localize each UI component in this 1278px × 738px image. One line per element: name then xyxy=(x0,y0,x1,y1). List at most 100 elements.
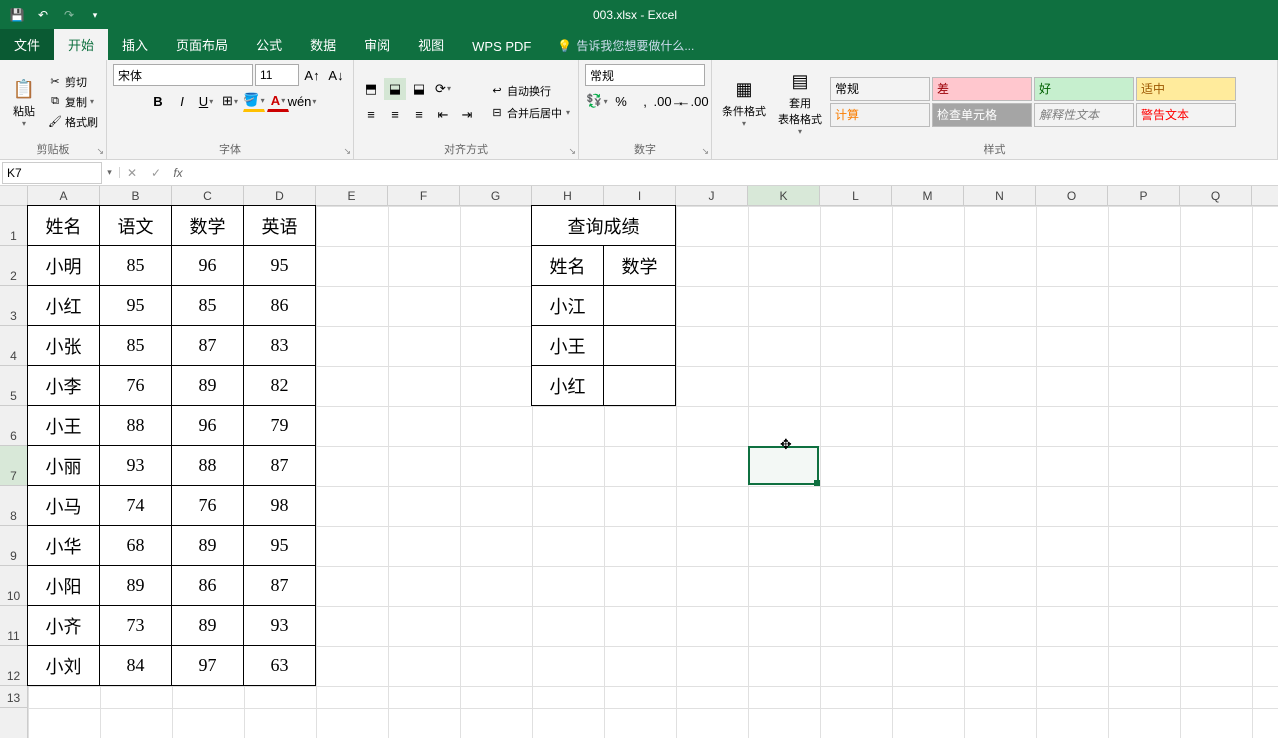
cell[interactable]: 小刘 xyxy=(27,645,100,686)
decrease-indent-icon[interactable]: ⇤ xyxy=(432,104,454,126)
cell[interactable]: 68 xyxy=(99,525,172,566)
col-header-C[interactable]: C xyxy=(172,186,244,205)
increase-indent-icon[interactable]: ⇥ xyxy=(456,104,478,126)
cell[interactable]: 小江 xyxy=(531,285,604,326)
cell[interactable]: 小红 xyxy=(27,285,100,326)
cell[interactable]: 英语 xyxy=(243,205,316,246)
cell[interactable]: 87 xyxy=(171,325,244,366)
cell[interactable]: 85 xyxy=(99,245,172,286)
percent-icon[interactable]: % xyxy=(610,90,632,112)
row-header-7[interactable]: 7 xyxy=(0,446,27,486)
decrease-decimal-icon[interactable]: ←.00 xyxy=(682,90,704,112)
align-dialog-icon[interactable]: ↘ xyxy=(568,146,576,157)
name-box[interactable] xyxy=(2,162,102,184)
format-painter-button[interactable]: 🖌格式刷 xyxy=(46,113,100,131)
cell[interactable]: 79 xyxy=(243,405,316,446)
font-size-select[interactable] xyxy=(255,64,299,86)
row-header-10[interactable]: 10 xyxy=(0,566,27,606)
decrease-font-icon[interactable]: A↓ xyxy=(325,64,347,86)
cell[interactable]: 小丽 xyxy=(27,445,100,486)
cell[interactable]: 73 xyxy=(99,605,172,646)
style-warn[interactable]: 警告文本 xyxy=(1136,103,1236,127)
cell[interactable]: 95 xyxy=(99,285,172,326)
font-name-select[interactable] xyxy=(113,64,253,86)
tab-view[interactable]: 视图 xyxy=(404,29,458,60)
border-icon[interactable]: ⊞ xyxy=(219,90,241,112)
cell[interactable]: 数学 xyxy=(603,245,676,286)
style-calc[interactable]: 计算 xyxy=(830,103,930,127)
cell[interactable]: 89 xyxy=(171,605,244,646)
cell[interactable]: 小张 xyxy=(27,325,100,366)
col-header-A[interactable]: A xyxy=(28,186,100,205)
cell[interactable]: 63 xyxy=(243,645,316,686)
col-header-F[interactable]: F xyxy=(388,186,460,205)
col-header-B[interactable]: B xyxy=(100,186,172,205)
cell[interactable]: 98 xyxy=(243,485,316,526)
tab-review[interactable]: 审阅 xyxy=(350,29,404,60)
cell[interactable]: 语文 xyxy=(99,205,172,246)
align-bottom-icon[interactable]: ⬓ xyxy=(408,78,430,100)
row-header-1[interactable]: 1 xyxy=(0,206,27,246)
tab-formula[interactable]: 公式 xyxy=(242,29,296,60)
cell[interactable]: 86 xyxy=(171,565,244,606)
format-as-table-button[interactable]: ▤ 套用 表格格式▾ xyxy=(774,65,826,138)
row-header-5[interactable]: 5 xyxy=(0,366,27,406)
align-center-icon[interactable]: ≡ xyxy=(384,104,406,126)
cell[interactable]: 数学 xyxy=(171,205,244,246)
bold-icon[interactable]: B xyxy=(147,90,169,112)
style-bad[interactable]: 差 xyxy=(932,77,1032,101)
cell[interactable]: 88 xyxy=(99,405,172,446)
undo-icon[interactable]: ↶ xyxy=(34,6,52,24)
cell[interactable]: 76 xyxy=(99,365,172,406)
cell[interactable] xyxy=(603,325,676,366)
col-header-Q[interactable]: Q xyxy=(1180,186,1252,205)
number-format-select[interactable] xyxy=(585,64,705,86)
col-header-N[interactable]: N xyxy=(964,186,1036,205)
cell[interactable]: 姓名 xyxy=(531,245,604,286)
cell[interactable]: 小红 xyxy=(531,365,604,406)
cell[interactable]: 95 xyxy=(243,245,316,286)
cell[interactable]: 83 xyxy=(243,325,316,366)
merge-button[interactable]: ⊟合并后居中 xyxy=(488,104,572,122)
cell[interactable]: 小明 xyxy=(27,245,100,286)
font-color-icon[interactable]: A xyxy=(267,90,289,112)
tab-data[interactable]: 数据 xyxy=(296,29,350,60)
tab-insert[interactable]: 插入 xyxy=(108,29,162,60)
col-header-G[interactable]: G xyxy=(460,186,532,205)
style-check[interactable]: 检查单元格 xyxy=(932,103,1032,127)
cell[interactable]: 85 xyxy=(99,325,172,366)
row-header-9[interactable]: 9 xyxy=(0,526,27,566)
tab-file[interactable]: 文件 xyxy=(0,29,54,60)
font-dialog-icon[interactable]: ↘ xyxy=(343,146,351,157)
cell[interactable]: 76 xyxy=(171,485,244,526)
row-header-8[interactable]: 8 xyxy=(0,486,27,526)
formula-input[interactable] xyxy=(188,162,1278,184)
cell[interactable]: 小齐 xyxy=(27,605,100,646)
style-neutral[interactable]: 适中 xyxy=(1136,77,1236,101)
clipboard-dialog-icon[interactable]: ↘ xyxy=(96,146,104,157)
col-header-O[interactable]: O xyxy=(1036,186,1108,205)
spreadsheet-grid[interactable]: ABCDEFGHIJKLMNOPQ 12345678910111213 姓名语文… xyxy=(0,186,1278,738)
col-header-K[interactable]: K xyxy=(748,186,820,205)
qat-customize-icon[interactable]: ▾ xyxy=(86,6,104,24)
style-normal[interactable]: 常规 xyxy=(830,77,930,101)
cell[interactable]: 84 xyxy=(99,645,172,686)
cell[interactable]: 95 xyxy=(243,525,316,566)
col-header-D[interactable]: D xyxy=(244,186,316,205)
copy-button[interactable]: ⧉复制▾ xyxy=(46,93,100,111)
style-good[interactable]: 好 xyxy=(1034,77,1134,101)
align-left-icon[interactable]: ≡ xyxy=(360,104,382,126)
cell[interactable]: 89 xyxy=(171,525,244,566)
tab-wps[interactable]: WPS PDF xyxy=(458,33,545,60)
align-top-icon[interactable]: ⬒ xyxy=(360,78,382,100)
cells-area[interactable]: 姓名语文数学英语小明859695小红958586小张858783小李768982… xyxy=(28,206,1278,738)
paste-button[interactable]: 📋 粘贴 ▾ xyxy=(6,73,42,130)
currency-icon[interactable]: 💱 xyxy=(586,90,608,112)
align-right-icon[interactable]: ≡ xyxy=(408,104,430,126)
row-header-12[interactable]: 12 xyxy=(0,646,27,686)
cell[interactable]: 85 xyxy=(171,285,244,326)
cell[interactable]: 93 xyxy=(99,445,172,486)
style-explain[interactable]: 解释性文本 xyxy=(1034,103,1134,127)
phonetic-icon[interactable]: wén xyxy=(291,90,313,112)
cell[interactable]: 88 xyxy=(171,445,244,486)
